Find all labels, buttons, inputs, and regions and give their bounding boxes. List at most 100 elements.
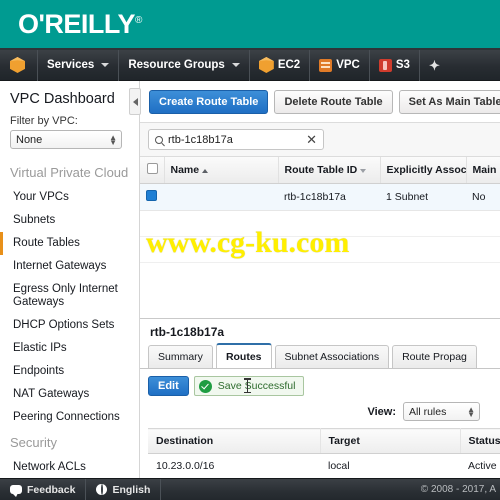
view-select[interactable]: All rules ▲ ▼ <box>403 402 480 421</box>
vpc-sidebar: VPC Dashboard Filter by VPC: None ▲ ▼ Vir… <box>0 81 140 478</box>
select-all-checkbox[interactable] <box>147 163 158 174</box>
nav-shortcut-vpc[interactable]: VPC <box>310 50 369 81</box>
main-content: Create Route Table Delete Route Table Se… <box>140 81 500 478</box>
routes-column-target: Target <box>320 428 461 454</box>
nav-resource-groups-label: Resource Groups <box>128 59 225 71</box>
empty-row <box>140 237 500 263</box>
sidebar-collapse-button[interactable] <box>129 88 141 115</box>
sort-menu-icon <box>360 169 367 173</box>
spinner-arrows-icon: ▲ ▼ <box>467 404 475 419</box>
search-icon <box>155 135 163 144</box>
cell-destination: 10.23.0.0/16 <box>148 453 320 478</box>
sidebar-item-endpoints[interactable]: Endpoints <box>0 360 139 383</box>
nav-pin-shortcut-button[interactable]: ✦ <box>420 50 449 81</box>
detail-panel-title: rtb-1c18b17a <box>150 325 225 339</box>
table-row[interactable]: rtb-1c18b17a 1 Subnet No <box>140 183 500 211</box>
view-select-value: All rules <box>409 405 447 418</box>
text-cursor <box>244 378 250 393</box>
sidebar-item-egress-only-internet-gateways[interactable]: Egress Only Internet Gateways <box>0 278 139 314</box>
route-table-detail-panel: rtb-1c18b17a Summary Routes Subnet Assoc… <box>140 318 500 478</box>
chevron-down-icon <box>101 63 110 67</box>
save-status-text: Save Successful <box>217 380 296 392</box>
sidebar-item-subnets[interactable]: Subnets <box>0 209 139 232</box>
select-all-header[interactable] <box>140 157 165 184</box>
speech-bubble-icon <box>10 485 22 497</box>
nav-shortcut-ec2-label: EC2 <box>277 59 301 71</box>
tab-subnet-associations[interactable]: Subnet Associations <box>274 345 390 368</box>
column-header-explicitly-associated[interactable]: Explicitly Associat <box>380 157 467 184</box>
globe-icon <box>96 484 108 495</box>
edit-button[interactable]: Edit <box>148 376 189 396</box>
nav-shortcut-vpc-label: VPC <box>336 59 360 71</box>
filter-by-vpc-select[interactable]: None ▲ ▼ <box>10 130 122 149</box>
sidebar-item-route-tables[interactable]: Route Tables <box>0 232 139 255</box>
nav-shortcut-s3[interactable]: S3 <box>370 50 419 81</box>
row-select-cell[interactable] <box>140 183 164 211</box>
search-bar: rtb-1c18b17a ✕ <box>140 122 500 157</box>
routes-view-filter: View: All rules ▲ ▼ <box>148 396 492 428</box>
routes-column-status: Status <box>460 428 500 454</box>
detail-tabs: Summary Routes Subnet Associations Route… <box>140 343 500 368</box>
column-header-explicitly-associated-label: Explicitly Associat <box>386 164 466 176</box>
vpc-icon <box>319 58 333 72</box>
filter-by-vpc-control: None ▲ ▼ <box>0 130 139 159</box>
console-footer: Feedback English © 2008 - 2017, A <box>0 478 500 500</box>
registered-mark: ® <box>134 14 142 26</box>
s3-icon <box>378 58 392 72</box>
status-badge: Save Successful <box>193 376 305 396</box>
column-header-name[interactable]: Name <box>164 157 279 184</box>
tab-summary[interactable]: Summary <box>148 345 213 368</box>
route-tables-toolbar: Create Route Table Delete Route Table Se… <box>140 81 500 122</box>
delete-route-table-button[interactable]: Delete Route Table <box>274 90 393 114</box>
empty-row <box>140 211 500 237</box>
cell-status: Active <box>460 453 500 478</box>
nav-shortcut-ec2[interactable]: EC2 <box>250 50 309 81</box>
sidebar-item-network-acls[interactable]: Network ACLs <box>0 456 139 478</box>
search-value: rtb-1c18b17a <box>168 133 233 146</box>
page-title: VPC Dashboard <box>10 91 115 107</box>
cell-name <box>164 183 278 211</box>
nav-services-menu[interactable]: Services <box>38 50 118 81</box>
table-header-row: Name Route Table ID Explicitly Associat … <box>140 157 500 184</box>
sidebar-item-dhcp-options-sets[interactable]: DHCP Options Sets <box>0 314 139 337</box>
aws-top-nav: Services Resource Groups EC2 VPC S3 ✦ <box>0 49 500 81</box>
ec2-icon <box>259 57 274 73</box>
empty-table-rows <box>140 211 500 263</box>
sidebar-item-your-vpcs[interactable]: Your VPCs <box>0 186 139 209</box>
oreilly-logo: O'REILLY® <box>18 9 142 40</box>
cell-route-table-id: rtb-1c18b17a <box>278 183 380 211</box>
feedback-button[interactable]: Feedback <box>0 479 85 500</box>
console-body: VPC Dashboard Filter by VPC: None ▲ ▼ Vir… <box>0 81 500 478</box>
clear-icon[interactable]: ✕ <box>306 133 317 146</box>
column-header-name-label: Name <box>170 164 200 176</box>
column-header-main[interactable]: Main <box>466 157 500 184</box>
sidebar-item-nat-gateways[interactable]: NAT Gateways <box>0 383 139 406</box>
nav-resource-groups-menu[interactable]: Resource Groups <box>119 50 249 81</box>
routes-tab-body: Edit Save Successful View: All rules ▲▼ <box>140 368 500 478</box>
set-as-main-table-button[interactable]: Set As Main Table <box>398 90 500 114</box>
column-header-main-label: Main <box>472 164 497 176</box>
sidebar-item-elastic-ips[interactable]: Elastic IPs <box>0 337 139 360</box>
routes-column-destination: Destination <box>148 428 321 454</box>
oreilly-banner: O'REILLY® <box>0 0 500 50</box>
sidebar-group-virtual-private-cloud: Virtual Private Cloud <box>10 165 129 180</box>
sidebar-item-peering-connections[interactable]: Peering Connections <box>0 406 139 429</box>
row-checkbox[interactable] <box>146 190 157 201</box>
sort-ascending-icon <box>202 169 209 173</box>
aws-vpc-console-screenshot: O'REILLY® Services Resource Groups EC2 V… <box>0 0 500 500</box>
column-header-route-table-id[interactable]: Route Table ID <box>278 157 381 184</box>
sidebar-item-internet-gateways[interactable]: Internet Gateways <box>0 255 139 278</box>
tab-route-propagation[interactable]: Route Propag <box>392 345 477 368</box>
search-input[interactable]: rtb-1c18b17a ✕ <box>148 129 324 150</box>
routes-edit-row: Edit Save Successful <box>148 376 492 396</box>
filter-by-vpc-value: None <box>16 133 43 146</box>
sidebar-group-security: Security <box>10 435 57 450</box>
pin-icon: ✦ <box>428 57 440 73</box>
language-button[interactable]: English <box>86 479 160 500</box>
tab-routes[interactable]: Routes <box>215 343 272 368</box>
aws-cube-icon <box>10 57 25 73</box>
create-route-table-button[interactable]: Create Route Table <box>149 90 269 114</box>
filter-by-vpc-label: Filter by VPC: <box>10 115 78 127</box>
spinner-arrows-icon: ▲ ▼ <box>109 132 117 147</box>
aws-home-button[interactable] <box>0 50 37 81</box>
